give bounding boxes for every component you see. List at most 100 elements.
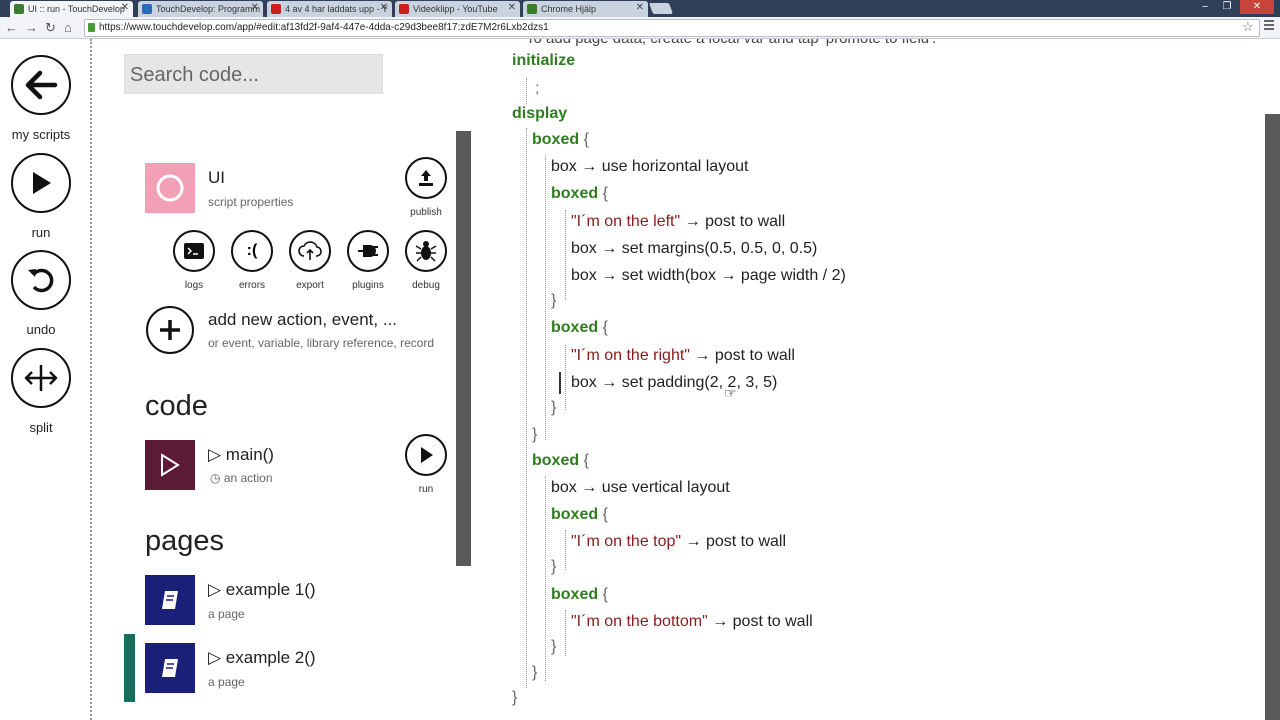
debug-label: debug	[412, 280, 440, 291]
search-code-input[interactable]: Search code...	[124, 54, 383, 94]
boxed-bottom[interactable]: boxed {	[551, 586, 608, 604]
stmt-vertical-layout[interactable]: box → use vertical layout	[551, 479, 730, 497]
stmt-top-post[interactable]: "I´m on the top" → post to wall	[571, 533, 786, 551]
brace-close: }	[551, 292, 557, 309]
browser-tab-programming[interactable]: TouchDevelop: Programm ✕	[138, 1, 263, 17]
code-hint-clip: To add page data, create a local var and…	[526, 39, 1126, 49]
tab-label: Videoklipp - YouTube	[413, 4, 498, 14]
boxed-keyword: boxed	[532, 131, 580, 148]
string-literal: "I´m on the bottom"	[571, 613, 708, 630]
stmt-left-margins[interactable]: box → set margins(0.5, 0.5, 0, 0.5)	[571, 240, 817, 258]
close-window-button[interactable]: ✕	[1240, 0, 1274, 14]
home-icon[interactable]: ⌂	[64, 20, 72, 36]
undo-icon	[11, 250, 71, 310]
script-title[interactable]: UI	[208, 168, 225, 188]
close-tab-icon[interactable]: ✕	[121, 2, 129, 13]
tab-label: TouchDevelop: Programm	[156, 4, 261, 14]
chrome-help-favicon-icon	[527, 4, 537, 14]
plugins-button[interactable]	[347, 230, 389, 272]
boxed-left[interactable]: boxed {	[551, 185, 608, 203]
stmt-left-post[interactable]: "I´m on the left" → post to wall	[571, 213, 785, 231]
initialize-keyword[interactable]: initialize	[512, 52, 575, 70]
stmt-bottom-post[interactable]: "I´m on the bottom" → post to wall	[571, 613, 813, 631]
book-icon	[162, 591, 178, 609]
panel-scrollbar[interactable]	[456, 131, 471, 566]
brace: {	[602, 506, 608, 523]
bookmark-star-icon[interactable]: ☆	[1242, 19, 1254, 35]
boxed-top[interactable]: boxed {	[551, 506, 608, 524]
stmt-horizontal-layout[interactable]: box → use horizontal layout	[551, 158, 748, 176]
reload-icon[interactable]: ↻	[45, 20, 56, 36]
export-button[interactable]	[289, 230, 331, 272]
publish-button[interactable]	[405, 157, 447, 199]
stmt-left-width[interactable]: box → set width(box → page width / 2)	[571, 267, 846, 285]
browser-tab-touchdevelop-ui[interactable]: UI :: run - TouchDevelop ✕	[10, 1, 133, 17]
boxed-outer-1[interactable]: boxed {	[532, 131, 589, 149]
display-keyword[interactable]: display	[512, 105, 567, 123]
boxed-outer-2[interactable]: boxed {	[532, 452, 589, 470]
boxed-keyword: boxed	[551, 586, 599, 603]
my-scripts-button[interactable]: my scripts	[11, 55, 71, 142]
lock-icon	[88, 23, 95, 32]
close-tab-icon[interactable]: ✕	[508, 2, 516, 13]
close-tab-icon[interactable]: ✕	[380, 2, 388, 13]
debug-button[interactable]	[405, 230, 447, 272]
pages-heading: pages	[145, 525, 225, 557]
errors-button[interactable]: :(	[231, 230, 273, 272]
main-action-title[interactable]: ▷ main()	[208, 445, 274, 465]
script-properties-tile[interactable]	[145, 163, 195, 213]
plus-icon	[160, 320, 180, 340]
browser-tab-chrome-help[interactable]: Chrome Hjälp ✕	[523, 1, 648, 17]
boxed-right[interactable]: boxed {	[551, 319, 608, 337]
page-tile-example-1[interactable]	[145, 575, 195, 625]
brace: {	[602, 586, 608, 603]
undo-button[interactable]: undo	[11, 250, 71, 337]
play-icon	[421, 447, 433, 463]
add-new-title[interactable]: add new action, event, ...	[208, 310, 397, 330]
browser-tab-youtube[interactable]: Videoklipp - YouTube ✕	[395, 1, 520, 17]
split-button[interactable]: split	[11, 348, 71, 435]
stmt-right-padding[interactable]: box → set padding(2, 2, 3, 5)	[571, 374, 777, 392]
close-tab-icon[interactable]: ✕	[251, 2, 259, 13]
brace: {	[602, 319, 608, 336]
string-literal: "I´m on the top"	[571, 533, 682, 550]
export-label: export	[296, 280, 324, 291]
main-action-tile[interactable]	[145, 440, 195, 490]
brace-close: }	[532, 664, 538, 681]
clock-icon: ◷	[210, 471, 221, 485]
tab-label: 4 av 4 har laddats upp - Y	[285, 4, 388, 14]
play-outline-icon	[161, 453, 180, 477]
empty-statement[interactable]: ;	[535, 80, 539, 98]
touchdevelop-favicon-icon	[142, 4, 152, 14]
restore-button[interactable]: ❐	[1216, 0, 1238, 14]
nav-label: undo	[26, 322, 56, 337]
brace-close: }	[512, 689, 518, 706]
close-tab-icon[interactable]: ✕	[636, 2, 644, 13]
tab-label: Chrome Hjälp	[541, 4, 597, 14]
run-button[interactable]: run	[11, 153, 71, 240]
cloud-upload-icon	[298, 241, 322, 260]
page-tile-example-2[interactable]	[145, 643, 195, 693]
publish-label: publish	[410, 207, 442, 218]
address-bar[interactable]: https://www.touchdevelop.com/app/#edit:a…	[84, 19, 1260, 37]
back-icon[interactable]: ←	[5, 20, 18, 36]
subtitle-text: an action	[223, 471, 273, 485]
new-tab-button[interactable]	[648, 3, 674, 14]
chrome-menu-icon[interactable]	[1264, 20, 1274, 32]
stmt-right-post[interactable]: "I´m on the right" → post to wall	[571, 347, 795, 365]
sad-face-icon: :(	[246, 242, 258, 259]
post-to-wall-call: → post to wall	[694, 347, 795, 364]
indent-guide	[526, 78, 527, 104]
brace: {	[583, 131, 589, 148]
page-title-example-2[interactable]: ▷ example 2()	[208, 648, 316, 668]
logs-button[interactable]	[173, 230, 215, 272]
forward-icon[interactable]: →	[25, 20, 38, 36]
browser-tab-upload[interactable]: 4 av 4 har laddats upp - Y ✕	[267, 1, 392, 17]
indent-guide	[545, 155, 546, 440]
add-new-button[interactable]	[146, 306, 194, 354]
editor-scrollbar[interactable]	[1265, 114, 1280, 720]
run-main-button[interactable]	[405, 434, 447, 476]
boxed-keyword: boxed	[551, 506, 599, 523]
minimize-button[interactable]: –	[1194, 0, 1216, 14]
page-title-example-1[interactable]: ▷ example 1()	[208, 580, 316, 600]
